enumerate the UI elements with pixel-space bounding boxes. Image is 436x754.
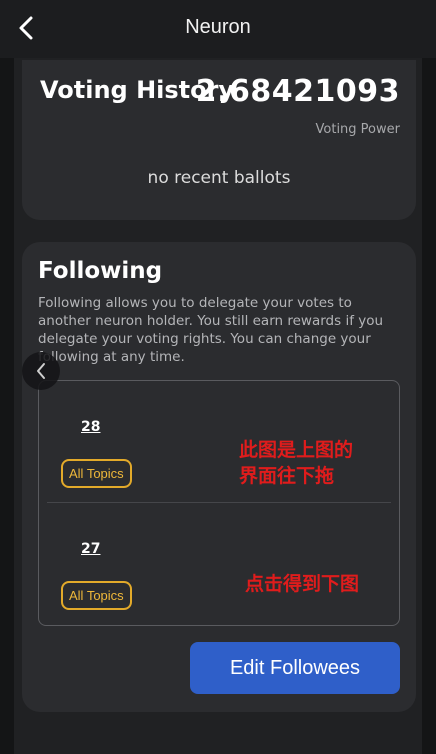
following-description: Following allows you to delegate your vo… bbox=[38, 295, 384, 365]
page-title: Neuron bbox=[185, 16, 251, 38]
top-bar: Neuron bbox=[0, 0, 436, 58]
right-edge bbox=[422, 0, 436, 754]
following-title: Following bbox=[38, 258, 163, 284]
edit-followees-button[interactable]: Edit Followees bbox=[190, 642, 400, 694]
followee-row[interactable]: 27 All Topics 点击得到下图 bbox=[39, 503, 399, 623]
chevron-left-icon bbox=[37, 363, 45, 379]
followee-id[interactable]: 27 bbox=[81, 541, 100, 557]
followee-list: 28 All Topics 此图是上图的 界面往下拖 27 All Topics… bbox=[38, 380, 400, 626]
followee-row[interactable]: 28 All Topics 此图是上图的 界面往下拖 bbox=[39, 381, 399, 501]
following-card: Following Following allows you to delega… bbox=[22, 242, 416, 712]
topic-badge: All Topics bbox=[61, 581, 132, 610]
left-edge bbox=[0, 0, 14, 754]
annotation-text: 此图是上图的 界面往下拖 bbox=[239, 439, 354, 487]
voting-power-label: Voting Power bbox=[315, 122, 400, 137]
annotation-text: 点击得到下图 bbox=[245, 573, 360, 595]
topic-badge: All Topics bbox=[61, 459, 132, 488]
followee-id[interactable]: 28 bbox=[81, 419, 100, 435]
voting-power-value: 2.68421093 bbox=[195, 74, 400, 109]
neuron-screen: Neuron Voting History 2.68421093 Voting … bbox=[0, 0, 436, 754]
no-ballots-text: no recent ballots bbox=[147, 168, 291, 188]
carousel-prev-button[interactable] bbox=[22, 352, 60, 390]
voting-history-card: Voting History 2.68421093 Voting Power n… bbox=[22, 60, 416, 220]
